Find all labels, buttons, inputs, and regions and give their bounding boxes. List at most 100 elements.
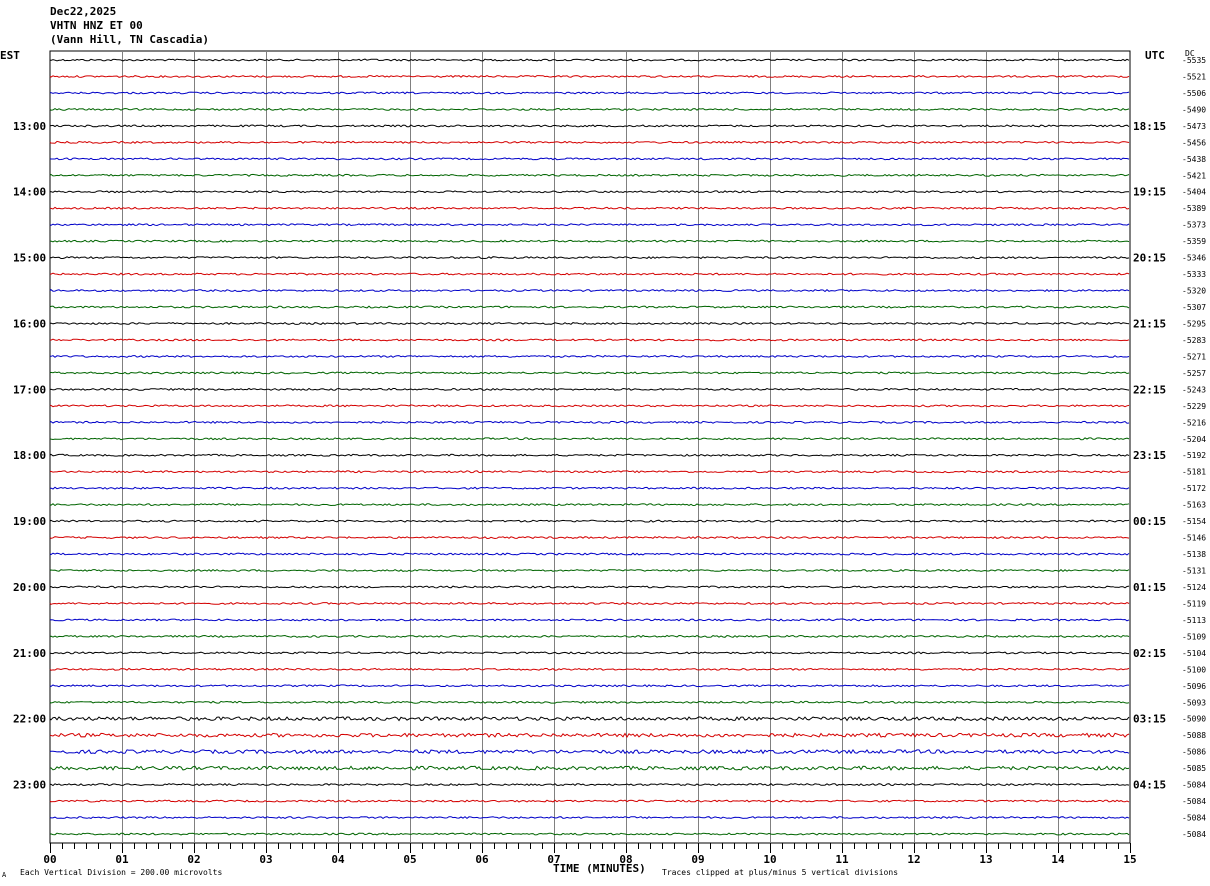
dc-offset-label: -5085	[1182, 764, 1206, 773]
x-tick-label: 14	[1051, 853, 1065, 866]
seismic-trace	[49, 816, 1130, 820]
right-hour-label: 03:15	[1133, 713, 1166, 726]
dc-offset-label: -5113	[1182, 616, 1206, 625]
seismic-trace	[49, 107, 1130, 111]
right-hour-label: 04:15	[1133, 779, 1166, 792]
left-hour-label: 15:00	[13, 252, 46, 265]
dc-offset-label: -5359	[1182, 237, 1206, 246]
seismic-trace	[49, 256, 1130, 260]
dc-offset-label: -5084	[1182, 814, 1206, 823]
axis-labels: -5535-5521-5506-5490-5473-5456-5438-5421…	[13, 56, 1206, 866]
dc-offset-label: -5084	[1182, 830, 1206, 839]
seismic-trace	[49, 783, 1130, 787]
dc-offset-label: -5229	[1182, 402, 1206, 411]
seismic-trace	[49, 585, 1130, 589]
seismic-trace	[49, 799, 1130, 803]
x-tick-label: 00	[43, 853, 56, 866]
footer-scale-note: Each Vertical Division = 200.00 microvol…	[20, 868, 223, 877]
seismic-trace	[49, 354, 1130, 358]
x-tick-label: 03	[259, 853, 272, 866]
dc-offset-label: -5283	[1182, 336, 1206, 345]
dc-offset-label: -5090	[1182, 715, 1206, 724]
seismic-trace	[49, 157, 1130, 161]
right-timezone-label: UTC	[1145, 49, 1165, 62]
seismic-trace	[49, 684, 1129, 688]
left-hour-label: 21:00	[13, 647, 46, 660]
seismic-trace	[49, 601, 1130, 605]
dc-offset-label: -5104	[1182, 649, 1206, 658]
seismic-trace	[49, 124, 1130, 128]
seismic-trace	[49, 651, 1130, 655]
seismic-trace	[49, 732, 1130, 738]
dc-offset-label: -5473	[1182, 122, 1206, 131]
dc-offset-label: -5438	[1182, 155, 1206, 164]
dc-offset-label: -5146	[1182, 534, 1206, 543]
right-hour-label: 20:15	[1133, 252, 1166, 265]
seismic-trace	[49, 552, 1130, 556]
corner-mark: A	[2, 871, 7, 879]
seismic-trace	[49, 453, 1130, 457]
seismic-trace	[49, 305, 1130, 309]
seismic-trace	[49, 190, 1130, 194]
dc-offset-label: -5456	[1182, 138, 1206, 147]
seismic-trace	[50, 239, 1130, 243]
x-tick-label: 02	[187, 853, 200, 866]
dc-offset-label: -5307	[1182, 303, 1206, 312]
footer-clip-note: Traces clipped at plus/minus 5 vertical …	[662, 868, 899, 877]
dc-offset-label: -5373	[1182, 221, 1206, 230]
right-hour-label: 22:15	[1133, 383, 1166, 396]
x-tick-label: 04	[331, 853, 345, 866]
x-tick-label: 06	[475, 853, 489, 866]
header-date: Dec22,2025	[50, 5, 117, 18]
seismic-trace	[49, 716, 1130, 722]
dc-offset-label: -5172	[1182, 484, 1206, 493]
seismic-trace	[49, 503, 1130, 507]
dc-offset-label: -5109	[1182, 632, 1206, 641]
seismic-trace	[49, 618, 1130, 622]
right-hour-label: 01:15	[1133, 581, 1166, 594]
dc-offset-label: -5138	[1182, 550, 1206, 559]
dc-offset-label: -5096	[1182, 682, 1206, 691]
right-hour-label: 21:15	[1133, 318, 1166, 331]
x-axis-title: TIME (MINUTES)	[553, 862, 646, 875]
trace-group	[49, 58, 1130, 836]
dc-offset-label: -5421	[1182, 171, 1206, 180]
seismic-trace	[49, 437, 1130, 441]
dc-offset-label: -5389	[1182, 204, 1206, 213]
left-hour-label: 20:00	[13, 581, 46, 594]
x-tick-label: 09	[691, 853, 704, 866]
left-hour-label: 17:00	[13, 383, 46, 396]
dc-offset-label: -5086	[1182, 748, 1206, 757]
right-hour-label: 19:15	[1133, 186, 1166, 199]
x-tick-label: 05	[403, 853, 416, 866]
dc-offset-label: -5333	[1182, 270, 1206, 279]
left-timezone-label: EST	[0, 49, 20, 62]
dc-offset-label: -5216	[1182, 418, 1206, 427]
seismic-trace	[49, 568, 1130, 573]
seismic-trace	[49, 173, 1130, 177]
dc-offset-label: -5204	[1182, 435, 1206, 444]
seismic-trace	[49, 748, 1130, 755]
seismic-trace	[49, 700, 1130, 704]
dc-offset-label: -5084	[1182, 797, 1206, 806]
x-tick-label: 10	[763, 853, 776, 866]
x-tick-label: 15	[1123, 853, 1136, 866]
dc-offset-label: -5257	[1182, 369, 1206, 378]
header-channel: VHTN HNZ ET 00	[50, 19, 143, 32]
seismic-trace	[49, 420, 1130, 424]
dc-offset-label: -5192	[1182, 451, 1206, 460]
left-hour-label: 16:00	[13, 318, 46, 331]
dc-offset-label: -5100	[1182, 665, 1206, 674]
seismic-trace	[49, 667, 1130, 671]
dc-offset-label: -5163	[1182, 501, 1206, 510]
dc-offset-label: -5131	[1182, 567, 1206, 576]
seismic-trace	[49, 470, 1130, 474]
right-hour-label: 00:15	[1133, 515, 1166, 528]
dc-offset-label: -5154	[1182, 517, 1206, 526]
dc-offset-label: -5346	[1182, 254, 1206, 263]
seismic-trace	[49, 140, 1130, 144]
seismic-trace	[49, 321, 1130, 325]
seismic-trace	[49, 387, 1130, 391]
x-tick-label: 11	[835, 853, 849, 866]
seismic-trace	[49, 338, 1130, 342]
